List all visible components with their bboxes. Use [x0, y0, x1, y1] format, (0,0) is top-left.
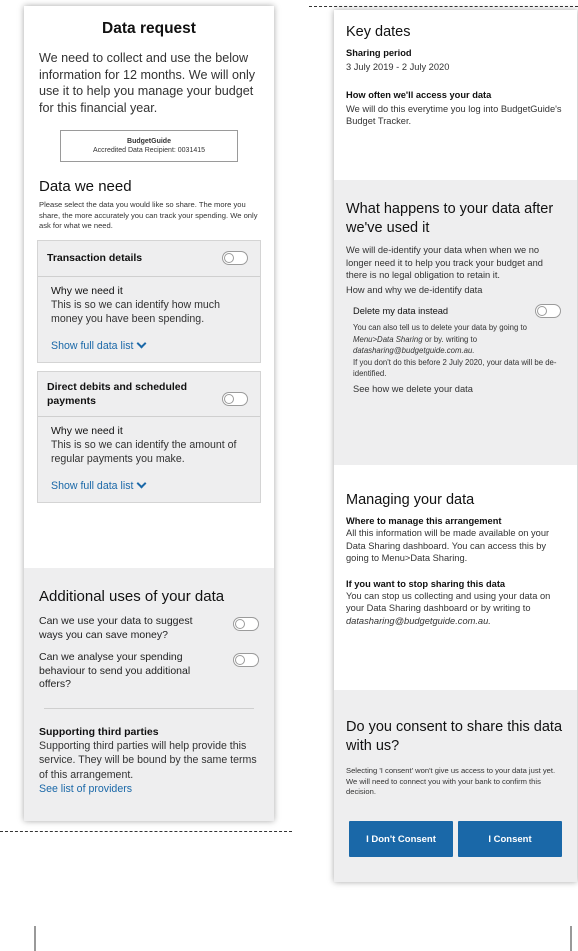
after-use-text: We will de-identify your data when when … [346, 245, 543, 280]
key-dates-heading: Key dates [346, 24, 411, 40]
stop-sharing-body: You can stop us collecting and using you… [346, 590, 551, 614]
direct-debits-toggle[interactable] [222, 391, 248, 406]
consent-heading: Do you consent to share this data with u… [346, 719, 563, 754]
suggest-savings-question: Can we use your data to suggest ways you… [39, 615, 193, 641]
toggle-knob [235, 619, 245, 629]
data-we-need-description: Please select the data you would like so… [39, 200, 258, 230]
toggle-knob [224, 253, 234, 263]
deidentify-info-link[interactable]: How and why we de-identify data [346, 284, 565, 297]
why-label: Why we need it [51, 284, 123, 297]
delete-deadline-text: If you don't do this before 2 July 2020,… [353, 357, 557, 379]
stop-sharing-label: If you want to stop sharing this data [346, 578, 506, 589]
dont-consent-button[interactable]: I Don't Consent [349, 821, 453, 857]
third-parties-heading: Supporting third parties [39, 725, 159, 738]
suggest-savings-row: Can we use your data to suggest ways you… [39, 615, 259, 642]
delete-email: datasharing@budgetguide.com.au. [353, 346, 475, 355]
card-direct-debits: Direct debits and scheduled payments Why… [37, 370, 261, 503]
divider [44, 707, 254, 709]
card-transaction-details: Transaction details Why we need it This … [37, 239, 261, 363]
delete-data-label: Delete my data instead [353, 305, 449, 316]
page-title: Data request [102, 20, 196, 37]
guide-vertical-line-left [34, 926, 36, 951]
suggest-savings-toggle[interactable] [233, 617, 259, 631]
card-title: Transaction details [47, 252, 143, 264]
stop-sharing-email: datasharing@budgetguide.com.au. [346, 615, 491, 626]
card-title: Direct debits and scheduled payments [47, 380, 188, 407]
sharing-period-value: 3 July 2019 - 2 July 2020 [346, 62, 450, 72]
where-to-manage-text: All this information will be made availa… [346, 528, 550, 563]
after-use-section: What happens to your data after we've us… [334, 180, 577, 465]
card-header: Direct debits and scheduled payments [38, 372, 260, 417]
why-text: This is so we can identify how much mone… [51, 298, 220, 326]
guide-vertical-line-right [570, 926, 572, 951]
toggle-knob [224, 393, 234, 404]
managing-section: Managing your data Where to manage this … [334, 491, 577, 627]
additional-offers-question: Can we analyse your spending behaviour t… [39, 651, 191, 690]
show-full-data-list-link[interactable]: Show full data list [51, 338, 247, 352]
see-list-of-providers-link[interactable]: See list of providers [39, 782, 259, 797]
third-parties-text: Supporting third parties will help provi… [39, 739, 257, 781]
see-how-we-delete-link[interactable]: See how we delete your data [353, 383, 565, 396]
delete-menu-path: Menu>Data Sharing [353, 334, 423, 344]
stop-sharing-text: You can stop us collecting and using you… [346, 590, 565, 628]
sharing-period-label: Sharing period [346, 48, 412, 58]
guide-dashed-line-bottom [0, 831, 292, 832]
data-request-screen-continued: Key dates Sharing period 3 July 2019 - 2… [334, 10, 577, 882]
transaction-details-toggle[interactable] [222, 251, 248, 265]
access-frequency-label: How often we'll access your data [346, 89, 492, 100]
consent-text: Selecting 'I consent' won't give us acce… [346, 766, 556, 796]
show-full-data-list-link[interactable]: Show full data list [51, 478, 247, 492]
additional-uses-section: Additional uses of your data Can we use … [24, 568, 274, 821]
recipient-box: BudgetGuide Accredited Data Recipient: 0… [60, 130, 238, 162]
chevron-down-icon [137, 478, 147, 489]
additional-offers-toggle[interactable] [233, 653, 259, 667]
link-label: Show full data list [51, 339, 134, 352]
additional-offers-row: Can we analyse your spending behaviour t… [39, 651, 259, 692]
consent-button[interactable]: I Consent [458, 821, 562, 857]
link-label: Show full data list [51, 479, 134, 492]
delete-data-text: You can also tell us to delete your data… [353, 322, 565, 380]
managing-heading: Managing your data [346, 492, 475, 508]
chevron-down-icon [137, 338, 147, 349]
recipient-line: Accredited Data Recipient: 0031415 [92, 147, 206, 154]
delete-text-part: You can also tell us to delete your data… [353, 323, 527, 332]
card-header: Transaction details [38, 241, 260, 277]
intro-text: We need to collect and use the below inf… [39, 51, 256, 115]
access-frequency-text: We will do this everytime you log into B… [346, 103, 562, 127]
recipient-name: BudgetGuide [127, 138, 171, 145]
after-use-heading: What happens to your data after we've us… [346, 201, 554, 236]
where-to-manage-label: Where to manage this arrangement [346, 516, 502, 526]
delete-text-part: or by. writing to [422, 334, 478, 344]
toggle-knob [537, 306, 547, 316]
delete-data-toggle[interactable] [535, 304, 561, 318]
delete-data-row: Delete my data instead [353, 304, 565, 318]
data-we-need-heading: Data we need [39, 178, 132, 195]
toggle-knob [235, 655, 245, 665]
why-text: This is so we can identify the amount of… [51, 438, 237, 466]
why-label: Why we need it [51, 424, 123, 437]
additional-uses-heading: Additional uses of your data [39, 588, 225, 605]
data-request-screen: Data request We need to collect and use … [24, 6, 274, 821]
guide-dashed-line-top [309, 6, 578, 7]
